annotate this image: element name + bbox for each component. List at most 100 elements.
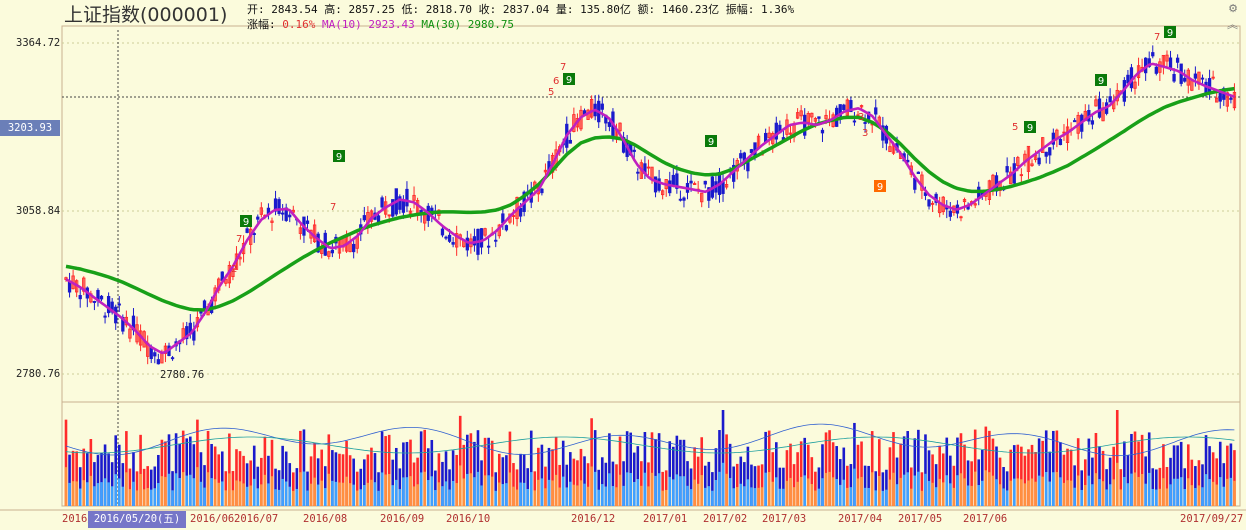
candle-body (401, 199, 406, 213)
candle-body (117, 303, 121, 306)
candle-body (156, 359, 160, 365)
volume-bar-inner (1009, 480, 1013, 506)
volume-bar-inner (441, 486, 444, 506)
td-count-label: 6 (553, 76, 559, 87)
candle-body (518, 207, 523, 217)
y-tick-label: 2780.76 (16, 368, 61, 380)
volume-bar-inner (554, 474, 558, 506)
candle-body (689, 180, 693, 184)
volume-bar-inner (1162, 478, 1165, 506)
volume-bar-inner (647, 486, 650, 506)
volume-bar-inner (86, 482, 89, 506)
volume-bar-inner (249, 485, 252, 506)
candle-body (653, 176, 658, 193)
volume-bar-inner (505, 483, 508, 506)
volume-bar-inner (675, 474, 679, 506)
td-count-label: 7 (330, 202, 336, 213)
volume-bar-inner (306, 490, 309, 506)
volume-bar-inner (228, 473, 231, 506)
volume-bar-inner (789, 477, 792, 506)
x-tick-label: 2016/08 (303, 513, 348, 525)
volume-bar-inner (906, 472, 910, 506)
volume-bar-inner (672, 479, 675, 506)
chevron-up-icon[interactable]: ︽ (1227, 16, 1238, 32)
candle-body (465, 237, 469, 251)
candle-body (1037, 157, 1041, 165)
volume-bar-inner (558, 487, 561, 506)
volume-bar-inner (838, 484, 842, 506)
candle-body (1044, 151, 1048, 157)
volume-bar-inner (277, 489, 281, 506)
volume-bar-inner (359, 489, 363, 506)
volume-bar-inner (1194, 488, 1197, 506)
volume-bar-inner (586, 486, 590, 506)
candle-body (568, 139, 572, 144)
volume-bar-inner (927, 480, 931, 506)
indicator-summary: 涨幅: 0.16% MA(10) 2923.43 MA(30) 2980.75 (247, 16, 514, 32)
x-tick-label: 2017/06 (963, 513, 1008, 525)
candlestick-chart[interactable]: 999999997776527533 (0, 0, 1246, 530)
volume-bar-inner (1055, 472, 1059, 506)
volume-bar-inner (721, 462, 725, 506)
volume-bar-inner (519, 482, 522, 506)
volume-bar-inner (263, 474, 267, 506)
volume-bar-inner (970, 485, 973, 506)
x-tick-label: 2017/04 (838, 513, 883, 525)
volume-bar-inner (703, 487, 707, 506)
volume-bar-inner (281, 478, 284, 506)
candle-body (668, 180, 672, 194)
x-tick-label: 2016/06 (190, 513, 235, 525)
volume-bar-inner (1226, 478, 1229, 506)
volume-bar-inner (796, 481, 799, 506)
candle-body (447, 234, 452, 242)
volume-bar-inner (100, 482, 103, 506)
volume-bar-inner (920, 490, 924, 506)
volume-bar-inner (611, 486, 615, 506)
volume-bar-inner (316, 484, 320, 506)
gear-icon[interactable]: ⚙ (1228, 2, 1238, 15)
volume-bar-inner (370, 479, 373, 506)
volume-bar-inner (952, 487, 956, 506)
volume-bar-inner (483, 475, 487, 506)
candle-body (948, 210, 952, 217)
volume-bar-inner (725, 473, 728, 506)
volume-bar-inner (1002, 488, 1005, 506)
current-price-marker: 3203.93 (0, 120, 60, 136)
volume-bar-inner (753, 488, 757, 506)
volume-bar-inner (1130, 473, 1133, 506)
candle-body (440, 228, 445, 236)
volume-bar-inner (355, 490, 359, 506)
candle-body (820, 129, 825, 134)
volume-bar-inner (828, 471, 831, 506)
volume-bar-inner (458, 465, 462, 506)
volume-bar-inner (299, 472, 302, 506)
cursor-date-label: 2016/05/20(五) (88, 511, 186, 528)
candle-body (632, 149, 636, 152)
volume-bar-inner (622, 485, 625, 506)
candle-body (817, 116, 821, 119)
volume-bar-inner (593, 471, 597, 506)
volume-bar-inner (373, 482, 377, 506)
td-count-label: 7 (560, 62, 566, 73)
volume-bar-inner (1087, 475, 1091, 506)
volume-bar-inner (487, 475, 490, 506)
x-tick-label: 2016/09 (380, 513, 425, 525)
volume-bar-inner (501, 484, 505, 506)
volume-bar-inner (917, 471, 920, 506)
td-count-label: 2 (231, 264, 237, 275)
volume-bar-inner (160, 476, 164, 506)
volume-bar-inner (1155, 489, 1158, 506)
volume-bar-inner (711, 490, 714, 506)
volume-bar-inner (949, 483, 952, 506)
volume-bar-inner (650, 472, 654, 506)
td-count-label: 3 (862, 128, 868, 139)
volume-bar-inner (1186, 478, 1190, 506)
volume-bar-inner (988, 472, 991, 506)
volume-bar-inner (291, 490, 295, 506)
volume-bar-inner (1233, 480, 1236, 506)
volume-bar-inner (93, 486, 96, 506)
x-tick-label: 2016/10 (446, 513, 491, 525)
volume-bar-inner (654, 475, 657, 506)
candle-body (256, 216, 260, 220)
candle-body (170, 357, 175, 360)
